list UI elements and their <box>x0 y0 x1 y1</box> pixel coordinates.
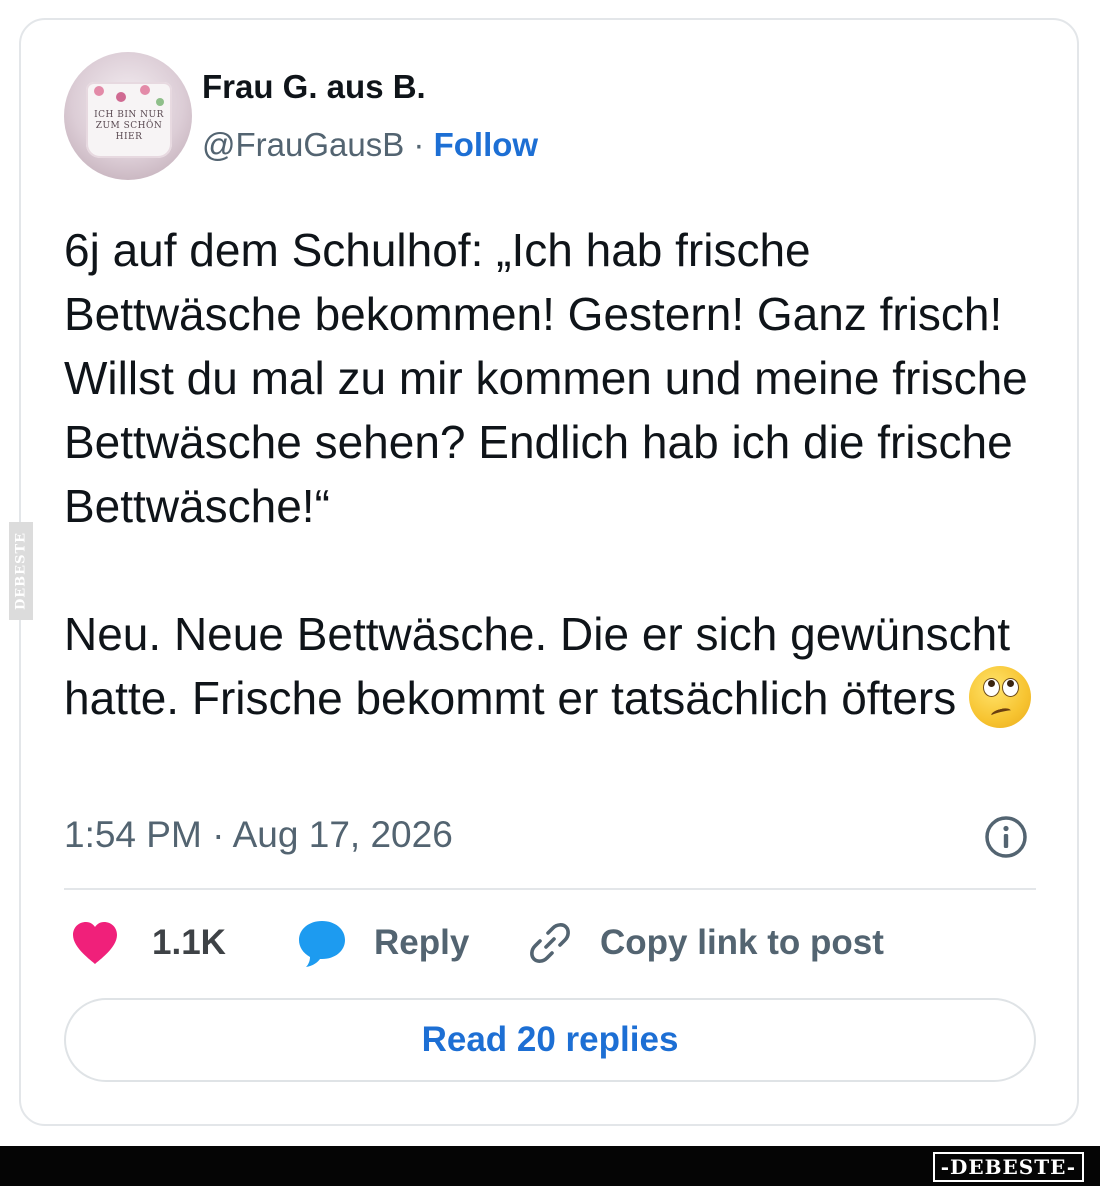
like-count: 1.1K <box>152 923 226 962</box>
avatar-leaf-decoration <box>156 98 164 106</box>
copy-link-label: Copy link to post <box>600 923 884 962</box>
avatar-flower-decoration <box>116 92 126 102</box>
tweet-timestamp[interactable]: 1:54 PM · Aug 17, 2026 <box>64 814 453 856</box>
speech-bubble-icon <box>299 921 345 967</box>
tweet-paragraph: 6j auf dem Schulhof: „Ich hab frische Be… <box>64 224 1028 532</box>
emoji-pupil <box>988 680 996 687</box>
like-button[interactable]: 1.1K <box>70 918 226 968</box>
author-handle[interactable]: @FrauGausB <box>202 126 404 163</box>
author-handle-row: @FrauGausB · Follow <box>202 126 538 164</box>
avatar-flower-decoration <box>140 85 150 95</box>
tweet-paragraph-text: Neu. Neue Bettwäsche. Die er sich gewüns… <box>64 608 1011 724</box>
reply-button[interactable]: Reply <box>296 918 469 968</box>
copy-link-button[interactable]: Copy link to post <box>526 918 884 968</box>
read-replies-button[interactable]: Read 20 replies <box>64 998 1036 1082</box>
emoji-pupil <box>1007 680 1015 687</box>
side-watermark: DEBESTE <box>9 522 33 620</box>
author-avatar[interactable]: ICH BIN NUR ZUM SCHÖN HIER <box>64 52 192 180</box>
tweet-text: 6j auf dem Schulhof: „Ich hab frische Be… <box>64 218 1044 730</box>
author-display-name[interactable]: Frau G. aus B. <box>202 68 426 106</box>
avatar-mug-text: ICH BIN NUR ZUM SCHÖN HIER <box>94 110 164 142</box>
info-icon[interactable] <box>984 815 1028 859</box>
follow-button[interactable]: Follow <box>434 126 538 163</box>
footer-watermark-logo: -DEBESTE- <box>932 1152 1084 1182</box>
tweet-paragraph: Neu. Neue Bettwäsche. Die er sich gewüns… <box>64 602 1044 730</box>
reply-label: Reply <box>374 923 470 962</box>
emoji-mouth <box>990 706 1012 720</box>
emoji-eye <box>983 678 1001 697</box>
emoji-eye <box>1002 678 1020 697</box>
link-icon <box>530 923 570 963</box>
actions-divider <box>64 888 1036 890</box>
heart-icon <box>73 922 117 964</box>
footer-bar: -DEBESTE- <box>0 1146 1100 1186</box>
rolling-eyes-emoji-icon <box>969 666 1032 728</box>
avatar-flower-decoration <box>94 86 104 96</box>
handle-separator: · <box>413 126 425 163</box>
